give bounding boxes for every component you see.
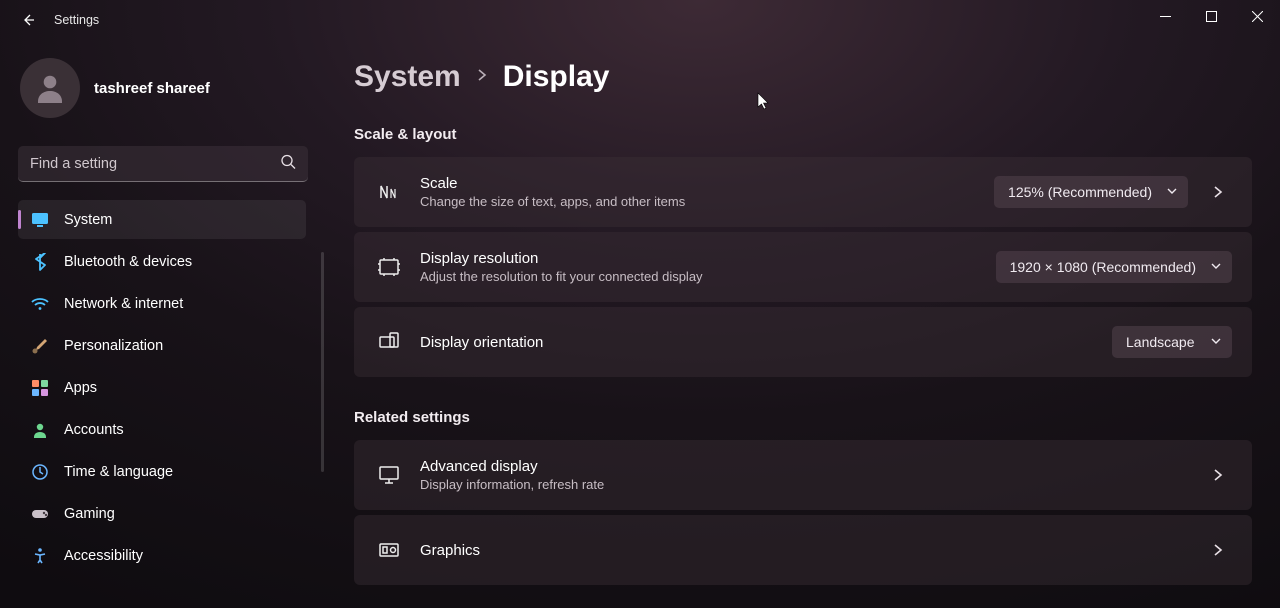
chevron-right-icon	[475, 68, 489, 87]
sidebar-item-personalization[interactable]: Personalization	[18, 326, 306, 365]
maximize-icon	[1206, 11, 1217, 22]
sidebar-item-label: System	[64, 212, 112, 228]
apps-icon	[30, 378, 50, 398]
graphics-icon	[370, 538, 408, 562]
setting-orientation[interactable]: Display orientation Landscape	[354, 307, 1252, 377]
sidebar-item-network[interactable]: Network & internet	[18, 284, 306, 323]
monitor-icon	[30, 210, 50, 230]
chevron-down-icon	[1166, 184, 1178, 200]
sidebar-item-label: Time & language	[64, 464, 173, 480]
setting-resolution[interactable]: Display resolution Adjust the resolution…	[354, 232, 1252, 302]
resolution-dropdown[interactable]: 1920 × 1080 (Recommended)	[996, 251, 1232, 283]
chevron-down-icon	[1210, 334, 1222, 350]
scale-dropdown[interactable]: 125% (Recommended)	[994, 176, 1188, 208]
bluetooth-icon	[30, 252, 50, 272]
minimize-button[interactable]	[1142, 0, 1188, 32]
paintbrush-icon	[30, 336, 50, 356]
sidebar-item-accounts[interactable]: Accounts	[18, 410, 306, 449]
sidebar-item-label: Gaming	[64, 506, 115, 522]
sidebar-item-time-language[interactable]: Time & language	[18, 452, 306, 491]
chevron-right-icon	[1211, 185, 1225, 199]
username: tashreef shareef	[94, 80, 210, 97]
breadcrumb: System Display	[354, 60, 1252, 94]
advanced-display-button[interactable]	[1204, 468, 1232, 482]
setting-title: Display orientation	[420, 334, 1112, 351]
setting-advanced-display[interactable]: Advanced display Display information, re…	[354, 440, 1252, 510]
scale-icon	[370, 180, 408, 204]
sidebar-item-label: Bluetooth & devices	[64, 254, 192, 270]
sidebar-item-system[interactable]: System	[18, 200, 306, 239]
sidebar-scrollbar[interactable]	[321, 252, 324, 472]
resolution-icon	[370, 255, 408, 279]
search-icon	[280, 154, 296, 175]
person-icon	[32, 70, 68, 106]
setting-title: Scale	[420, 175, 994, 192]
window-title: Settings	[54, 13, 99, 27]
orientation-icon	[370, 330, 408, 354]
setting-desc: Adjust the resolution to fit your connec…	[420, 269, 996, 284]
sidebar-item-label: Accounts	[64, 422, 124, 438]
person-icon	[30, 420, 50, 440]
chevron-right-icon	[1211, 543, 1225, 557]
wifi-icon	[30, 294, 50, 314]
orientation-dropdown[interactable]: Landscape	[1112, 326, 1232, 358]
setting-desc: Change the size of text, apps, and other…	[420, 194, 994, 209]
sidebar-item-label: Network & internet	[64, 296, 183, 312]
dropdown-value: 125% (Recommended)	[1008, 184, 1152, 200]
arrow-left-icon	[20, 12, 36, 28]
dropdown-value: 1920 × 1080 (Recommended)	[1010, 259, 1196, 275]
search-input[interactable]	[18, 146, 308, 182]
setting-graphics[interactable]: Graphics	[354, 515, 1252, 585]
sidebar-item-gaming[interactable]: Gaming	[18, 494, 306, 533]
profile-block[interactable]: tashreef shareef	[18, 58, 318, 118]
breadcrumb-parent[interactable]: System	[354, 60, 461, 94]
close-button[interactable]	[1234, 0, 1280, 32]
setting-title: Advanced display	[420, 458, 1188, 475]
gamepad-icon	[30, 504, 50, 524]
setting-scale[interactable]: Scale Change the size of text, apps, and…	[354, 157, 1252, 227]
sidebar-item-bluetooth[interactable]: Bluetooth & devices	[18, 242, 306, 281]
sidebar-item-label: Accessibility	[64, 548, 143, 564]
chevron-down-icon	[1210, 259, 1222, 275]
section-title-scale-layout: Scale & layout	[354, 126, 1252, 143]
avatar	[20, 58, 80, 118]
close-icon	[1252, 11, 1263, 22]
sidebar-item-apps[interactable]: Apps	[18, 368, 306, 407]
chevron-right-icon	[1211, 468, 1225, 482]
minimize-icon	[1160, 11, 1171, 22]
sidebar-item-label: Apps	[64, 380, 97, 396]
breadcrumb-current: Display	[503, 60, 610, 94]
graphics-button[interactable]	[1204, 543, 1232, 557]
accessibility-icon	[30, 546, 50, 566]
sidebar-item-label: Personalization	[64, 338, 163, 354]
section-title-related: Related settings	[354, 409, 1252, 426]
maximize-button[interactable]	[1188, 0, 1234, 32]
dropdown-value: Landscape	[1126, 334, 1195, 350]
setting-title: Graphics	[420, 542, 1188, 559]
back-button[interactable]	[12, 4, 44, 36]
sidebar-item-accessibility[interactable]: Accessibility	[18, 536, 306, 575]
clock-globe-icon	[30, 462, 50, 482]
setting-desc: Display information, refresh rate	[420, 477, 1188, 492]
monitor-icon	[370, 463, 408, 487]
scale-details-button[interactable]	[1204, 185, 1232, 199]
setting-title: Display resolution	[420, 250, 996, 267]
